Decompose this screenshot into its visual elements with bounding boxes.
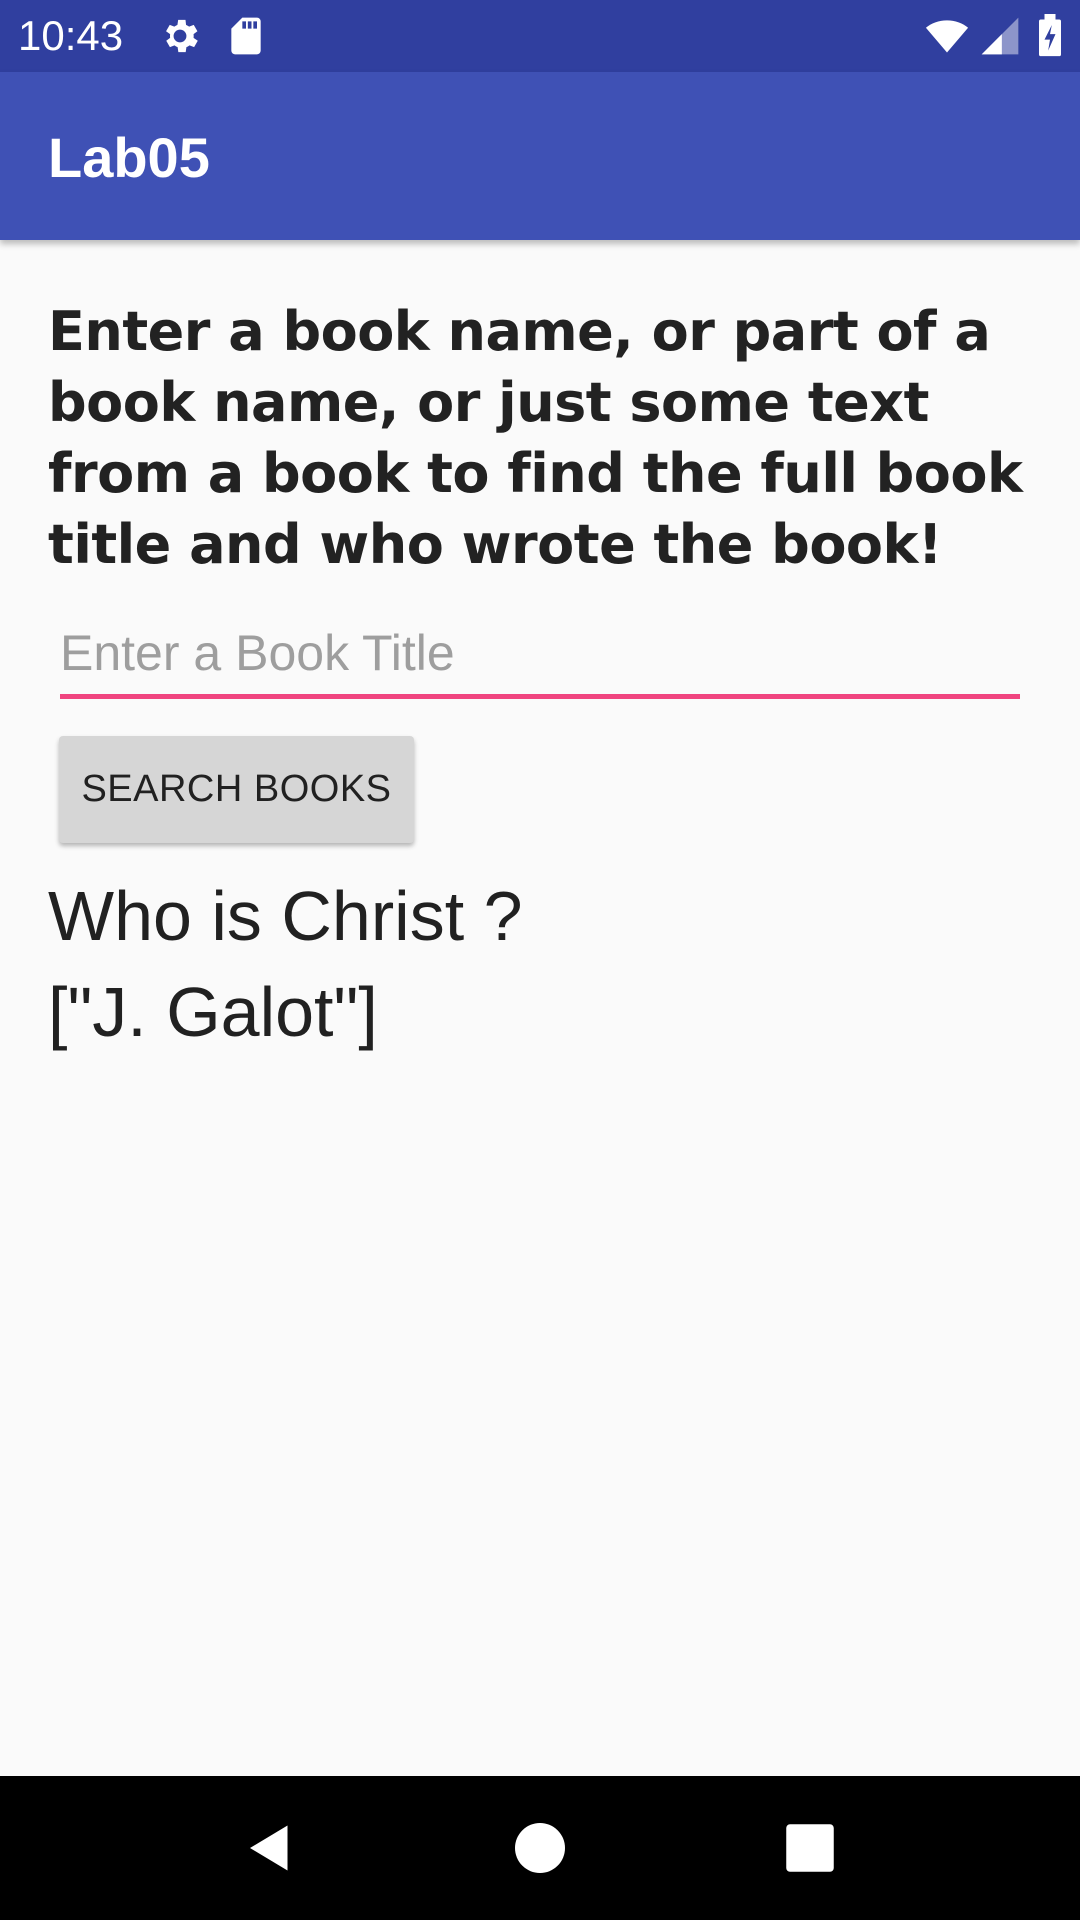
- status-time: 10:43: [18, 12, 124, 59]
- app-title: Lab05: [48, 126, 210, 189]
- gear-icon: [158, 14, 202, 58]
- recents-icon[interactable]: [780, 1818, 840, 1878]
- screen: 10:43 Lab05 Enter a book name, or part o…: [0, 0, 1080, 1920]
- home-icon[interactable]: [510, 1818, 570, 1878]
- signal-icon: [978, 14, 1022, 58]
- status-bar: 10:43: [0, 0, 1080, 72]
- battery-charging-icon: [1034, 14, 1066, 58]
- wifi-icon: [922, 14, 972, 58]
- search-books-button[interactable]: SEARCH BOOKS: [59, 736, 414, 843]
- app-bar: Lab05: [0, 72, 1080, 240]
- result-book-title: Who is Christ ?: [48, 877, 523, 955]
- instructions-text: Enter a book name, or part of a book nam…: [48, 300, 1023, 576]
- navigation-bar: [0, 1776, 1080, 1920]
- book-title-input[interactable]: [60, 612, 1020, 699]
- result-book-authors: ["J. Galot"]: [48, 973, 378, 1051]
- sd-card-icon: [224, 14, 268, 58]
- back-icon[interactable]: [240, 1818, 300, 1878]
